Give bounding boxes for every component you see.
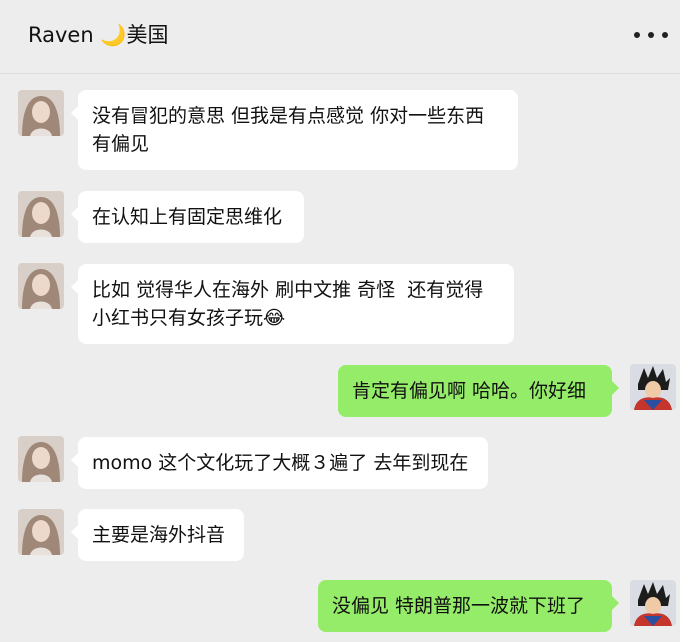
message-bubble[interactable]: 在认知上有固定思维化 — [71, 191, 304, 243]
contact-avatar[interactable] — [18, 509, 64, 555]
message-bubble[interactable]: 主要是海外抖音 — [71, 509, 244, 561]
message-bubble[interactable]: 没有冒犯的意思 但我是有点感觉 你对一些东西 有偏见 — [71, 90, 518, 170]
message-bubble[interactable]: 肯定有偏见啊 哈哈。你好细 — [338, 365, 619, 417]
user-avatar[interactable] — [630, 580, 676, 626]
user-avatar[interactable] — [630, 364, 676, 410]
message-bubble[interactable]: 没偏见 特朗普那一波就下班了 — [318, 580, 619, 632]
contact-avatar[interactable] — [18, 263, 64, 309]
more-options-icon[interactable] — [634, 22, 668, 48]
message-bubble[interactable]: momo 这个文化玩了大概３遍了 去年到现在 — [71, 437, 488, 489]
chat-title: Raven 🌙美国 — [28, 23, 169, 47]
contact-avatar[interactable] — [18, 436, 64, 482]
contact-avatar[interactable] — [18, 90, 64, 136]
chat-header: Raven 🌙美国 — [0, 0, 680, 74]
contact-avatar[interactable] — [18, 191, 64, 237]
message-bubble[interactable]: 比如 觉得华人在海外 刷中文推 奇怪 还有觉得 小红书只有女孩子玩😂 — [71, 264, 514, 344]
